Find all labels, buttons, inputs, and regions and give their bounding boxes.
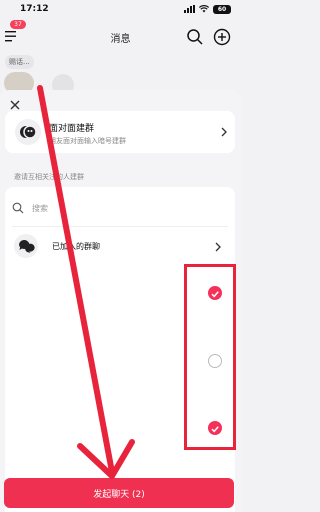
screen: 17:12 60 37 消息 赐话... 面对面建群 朋友面对面输入暗号建群 邀…	[0, 0, 241, 512]
start-chat-button[interactable]: 发起聊天 (2)	[4, 478, 234, 508]
signal-icon	[184, 5, 195, 13]
menu-icon[interactable]	[4, 28, 20, 44]
background-tag: 赐话...	[5, 55, 34, 69]
status-icons: 60	[184, 4, 231, 14]
joined-group-label: 已加入的群聊	[52, 242, 100, 251]
annotation-box	[184, 264, 236, 450]
joined-group-row[interactable]: 已加入的群聊	[12, 232, 228, 262]
section-label: 邀请互相关注的人建群	[14, 173, 84, 181]
page-title: 消息	[110, 33, 131, 45]
chevron-right-icon	[215, 242, 221, 252]
group-chat-icon	[14, 234, 38, 258]
search-icon	[12, 202, 24, 214]
divider	[12, 226, 228, 227]
face-to-face-subtitle: 朋友面对面输入暗号建群	[49, 137, 126, 145]
battery-icon: 60	[213, 4, 231, 14]
add-circle-icon[interactable]	[213, 28, 231, 46]
search-placeholder: 搜索	[32, 203, 48, 213]
status-time: 17:12	[20, 4, 49, 14]
face-to-face-card[interactable]: 面对面建群 朋友面对面输入暗号建群	[5, 111, 235, 153]
close-icon[interactable]	[8, 98, 22, 112]
wifi-icon	[199, 5, 209, 13]
chevron-right-icon	[221, 127, 227, 137]
face-to-face-title: 面对面建群	[49, 124, 95, 134]
search-input[interactable]: 搜索	[12, 197, 182, 219]
face-to-face-icon	[15, 119, 41, 145]
search-icon[interactable]	[186, 28, 204, 46]
status-bar: 17:12 60	[0, 0, 241, 18]
app-header: 37 消息	[0, 20, 241, 54]
menu-badge: 37	[10, 20, 26, 29]
